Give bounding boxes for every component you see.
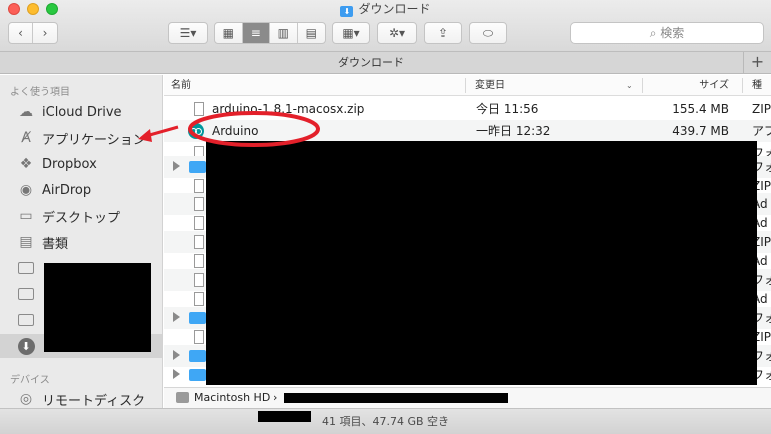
column-divider[interactable]	[742, 78, 743, 93]
arrange-icon: ▦▾	[342, 26, 360, 40]
redaction-box	[258, 411, 311, 422]
folder-icon	[189, 161, 206, 173]
applications-icon: Ⱥ	[21, 130, 31, 146]
zip-file-icon	[194, 102, 204, 116]
status-bar: 41 項目、47.74 GB 空き	[0, 408, 771, 434]
window-title: ⬇ ダウンロード	[0, 0, 771, 18]
new-tab-button[interactable]: +	[743, 52, 771, 74]
list-view-icon[interactable]: ≡	[242, 23, 270, 43]
sidebar-item-dropbox[interactable]: ❖ Dropbox	[0, 152, 162, 176]
hard-drive-icon	[176, 392, 189, 403]
file-kind: ZIP	[752, 102, 771, 116]
folder-icon	[17, 312, 35, 328]
folder-icon	[189, 312, 206, 324]
disclosure-triangle-icon[interactable]	[173, 369, 180, 379]
folder-icon	[189, 369, 206, 381]
status-text: 41 項目、47.74 GB 空き	[321, 415, 450, 428]
path-separator: ›	[273, 391, 278, 404]
column-divider[interactable]	[642, 78, 643, 93]
file-modified: 一昨日 12:32	[476, 124, 551, 138]
remote-disc-icon: ◎	[19, 391, 33, 407]
column-divider[interactable]	[465, 78, 466, 93]
file-row-arduino-app[interactable]: Arduino 一昨日 12:32 439.7 MB アプ	[164, 120, 771, 142]
file-kind: アプ	[752, 124, 771, 138]
file-size: 155.4 MB	[672, 102, 729, 116]
share-button[interactable]: ⇪	[424, 22, 462, 44]
file-icon	[194, 292, 204, 306]
file-name: Arduino	[212, 124, 259, 138]
arduino-app-icon	[188, 123, 204, 139]
column-header-modified[interactable]: 変更日	[475, 75, 505, 96]
path-bar: Macintosh HD ›	[164, 387, 771, 408]
file-list: arduino-1.8.1-macosx.zip 今日 11:56 155.4 …	[164, 96, 771, 387]
view-mode-control: ▦ ≡ ▥ ▤	[214, 22, 326, 44]
airdrop-icon: ◉	[19, 182, 33, 198]
folder-icon	[189, 350, 206, 362]
documents-icon: ▤	[19, 234, 33, 250]
share-icon: ⇪	[437, 26, 449, 40]
redaction-box	[44, 263, 151, 352]
search-input[interactable]: ⌕ 検索	[570, 22, 764, 44]
search-icon: ⌕	[649, 26, 661, 40]
tag-button[interactable]: ⬭	[469, 22, 507, 44]
download-icon: ⬇	[17, 337, 35, 355]
action-gear-icon: ✲▾	[388, 26, 406, 40]
redaction-box	[284, 393, 508, 403]
disclosure-triangle-icon[interactable]	[173, 161, 180, 171]
title-bar: ⬇ ダウンロード ‹ › ☰▾ ▦ ≡ ▥ ▤ ▦▾ ✲▾ ⇪ ⬭ ⌕ 検索	[0, 0, 771, 52]
dropbox-icon: ❖	[19, 156, 33, 172]
file-icon	[194, 273, 204, 287]
arrange-button[interactable]: ▦▾	[332, 22, 370, 44]
file-icon	[194, 330, 204, 344]
column-header-size[interactable]: サイズ	[654, 75, 729, 96]
folder-icon	[17, 260, 35, 276]
column-header-kind[interactable]: 種類	[752, 75, 771, 112]
file-icon	[194, 179, 204, 193]
list-options-icon: ☰▾	[179, 26, 197, 40]
sidebar: よく使う項目 ☁ iCloud Drive Ⱥ アプリケーション ❖ Dropb…	[0, 75, 163, 434]
icon-view-icon[interactable]: ▦	[215, 23, 243, 43]
disclosure-triangle-icon[interactable]	[173, 312, 180, 322]
sidebar-item-documents[interactable]: ▤ 書類	[0, 230, 162, 254]
list-options-button[interactable]: ☰▾	[168, 22, 208, 44]
sidebar-item-icloud-drive[interactable]: ☁ iCloud Drive	[0, 100, 162, 124]
tab-bar: ダウンロード +	[0, 52, 771, 74]
disclosure-triangle-icon[interactable]	[173, 350, 180, 360]
file-icon	[194, 254, 204, 268]
back-icon[interactable]: ‹	[9, 23, 34, 43]
action-button[interactable]: ✲▾	[377, 22, 417, 44]
column-view-icon[interactable]: ▥	[270, 23, 298, 43]
tag-icon: ⬭	[482, 25, 494, 40]
sidebar-item-desktop[interactable]: ▭ デスクトップ	[0, 204, 162, 228]
column-header-name[interactable]: 名前	[171, 75, 191, 96]
file-size: 439.7 MB	[672, 124, 729, 138]
devices-header: デバイス	[10, 375, 50, 386]
downloads-folder-icon: ⬇	[340, 6, 354, 17]
file-row-arduino-zip[interactable]: arduino-1.8.1-macosx.zip 今日 11:56 155.4 …	[164, 98, 771, 120]
sidebar-item-applications[interactable]: Ⱥ アプリケーション	[0, 126, 162, 150]
favorites-header: よく使う項目	[10, 87, 70, 98]
path-root[interactable]: Macintosh HD	[194, 388, 270, 408]
sidebar-item-airdrop[interactable]: ◉ AirDrop	[0, 178, 162, 202]
list-header: 名前 変更日 ⌄ サイズ 種類	[164, 75, 771, 112]
forward-icon[interactable]: ›	[33, 23, 57, 43]
tab-downloads[interactable]: ダウンロード	[0, 52, 742, 74]
file-icon	[194, 197, 204, 211]
desktop-icon: ▭	[19, 208, 33, 224]
folder-icon	[17, 286, 35, 302]
sort-chevron-icon: ⌄	[626, 81, 633, 90]
redaction-box	[206, 141, 757, 385]
file-icon	[194, 235, 204, 249]
back-forward-control: ‹ ›	[8, 22, 58, 44]
file-name: arduino-1.8.1-macosx.zip	[212, 102, 365, 116]
file-icon	[194, 216, 204, 230]
cover-flow-icon[interactable]: ▤	[298, 23, 325, 43]
cloud-icon: ☁	[19, 104, 33, 120]
file-modified: 今日 11:56	[476, 102, 539, 116]
